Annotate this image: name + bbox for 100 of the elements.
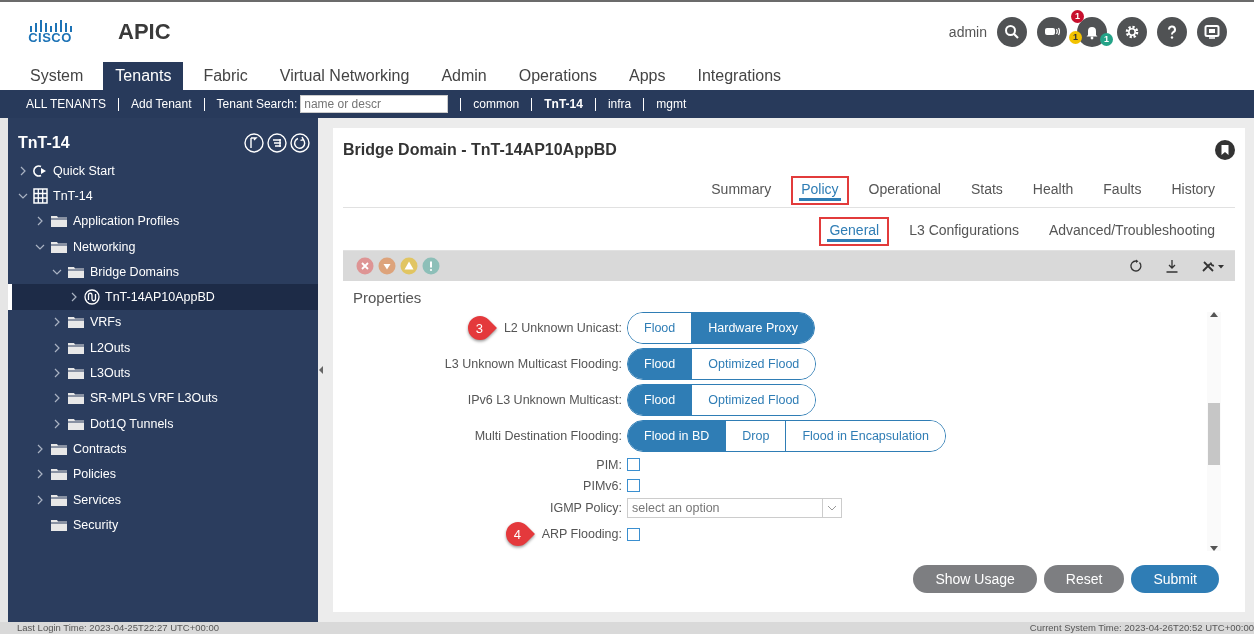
nav-tab[interactable]: Apps <box>617 62 678 90</box>
chevron-down-icon <box>827 505 837 511</box>
toggle-option[interactable]: Flood <box>628 349 692 379</box>
panel-tab[interactable]: Summary <box>701 176 782 205</box>
field-label: ARP Flooding: <box>541 527 622 541</box>
building-icon <box>33 187 48 204</box>
folder-icon <box>67 391 85 406</box>
chevron-right-icon[interactable] <box>37 469 43 480</box>
toggle-option[interactable]: Flood in Encapsulation <box>785 421 945 451</box>
tree-item[interactable]: TnT-14AP10AppBD <box>8 284 318 310</box>
chevron-down-icon[interactable] <box>18 192 28 199</box>
tree-item[interactable]: Contracts <box>8 436 318 462</box>
tenant-link[interactable]: TnT-14 <box>544 97 583 111</box>
toggle-option[interactable]: Optimized Flood <box>691 349 816 379</box>
bar-link[interactable]: Add Tenant <box>131 97 192 111</box>
sub-tab[interactable]: Advanced/Troubleshooting <box>1038 217 1225 246</box>
refresh-icon[interactable] <box>1129 259 1143 273</box>
tree-item[interactable]: Policies <box>8 461 318 487</box>
nav-tab[interactable]: System <box>18 62 96 90</box>
panel-tab[interactable]: Faults <box>1093 176 1152 205</box>
folder-icon <box>50 492 68 507</box>
panel-tab[interactable]: History <box>1161 176 1225 205</box>
chevron-right-icon[interactable] <box>54 342 60 353</box>
help-button[interactable] <box>1157 17 1187 47</box>
action-button[interactable]: Reset <box>1043 565 1125 593</box>
panel-tab[interactable]: Health <box>1022 176 1084 205</box>
tree-item[interactable]: L2Outs <box>8 335 318 361</box>
folder-icon <box>50 239 68 254</box>
tenant-link[interactable]: mgmt <box>656 97 687 111</box>
chevron-right-icon[interactable] <box>37 494 43 505</box>
toggle-option[interactable]: Hardware Proxy <box>691 313 814 343</box>
toggle-option[interactable]: Optimized Flood <box>691 385 816 415</box>
scrollbar[interactable] <box>1207 312 1221 551</box>
chevron-right-icon[interactable] <box>54 368 60 378</box>
chevron-right-icon[interactable] <box>54 393 60 404</box>
tree-item[interactable]: Dot1Q Tunnels <box>8 410 318 437</box>
tree-item[interactable]: Services <box>8 486 318 513</box>
tree-item[interactable]: Quick Start <box>8 158 318 184</box>
tree-item[interactable]: Networking <box>8 233 318 260</box>
toggle-option[interactable]: Flood in BD <box>628 421 726 451</box>
chevron-right-icon[interactable] <box>37 216 43 227</box>
nav-tab[interactable]: Tenants <box>103 62 184 90</box>
nav-tab[interactable]: Operations <box>506 62 609 90</box>
tree-item[interactable]: SR-MPLS VRF L3Outs <box>8 385 318 411</box>
search-button[interactable] <box>997 17 1027 47</box>
scroll-thumb[interactable] <box>1208 403 1220 465</box>
checkbox[interactable] <box>627 458 640 471</box>
chevron-right-icon[interactable] <box>37 443 43 454</box>
scroll-down-icon[interactable] <box>1210 546 1218 551</box>
panel-tab[interactable]: Policy <box>791 176 849 205</box>
nav-tab[interactable]: Fabric <box>191 62 260 90</box>
screen-button[interactable] <box>1197 17 1227 47</box>
bridge-domain-icon <box>84 289 100 306</box>
tree-title: TnT-14 <box>18 134 70 152</box>
tenant-link[interactable]: infra <box>607 97 632 111</box>
sub-tab[interactable]: General <box>819 217 890 246</box>
section-heading: Properties <box>352 288 423 308</box>
chevron-right-icon[interactable] <box>54 317 60 328</box>
tree-item[interactable]: L3Outs <box>8 360 318 386</box>
folder-icon <box>67 340 85 355</box>
select-field[interactable]: select an option <box>627 498 842 518</box>
action-button[interactable]: Show Usage <box>913 565 1037 593</box>
checkbox[interactable] <box>627 527 640 541</box>
flag-icon[interactable] <box>244 133 264 153</box>
bar-link[interactable]: ALL TENANTS <box>26 97 107 111</box>
scroll-up-icon[interactable] <box>1210 312 1218 317</box>
tree-item[interactable]: VRFs <box>8 309 318 336</box>
download-icon[interactable] <box>1165 259 1179 273</box>
bell-icon <box>1084 24 1100 40</box>
chevron-right-icon[interactable] <box>20 165 26 176</box>
tenant-link[interactable]: common <box>473 97 520 111</box>
tools-dropdown-icon[interactable] <box>1201 259 1225 273</box>
chevron-down-icon[interactable] <box>35 243 45 250</box>
folder-icon <box>50 214 68 229</box>
tree-item[interactable]: Application Profiles <box>8 208 318 234</box>
tree-item[interactable]: TnT-14 <box>8 183 318 209</box>
tree-item[interactable]: Bridge Domains <box>8 259 318 285</box>
nav-tab[interactable]: Virtual Networking <box>267 62 422 90</box>
chevron-right-icon[interactable] <box>54 418 60 429</box>
list-icon[interactable] <box>267 133 287 153</box>
nav-tab[interactable]: Integrations <box>685 62 794 90</box>
checkbox[interactable] <box>627 479 640 492</box>
toggle-option[interactable]: Flood <box>628 385 692 415</box>
user-name[interactable]: admin <box>948 24 987 40</box>
announcements-button[interactable] <box>1037 17 1067 47</box>
search-icon <box>1004 24 1020 40</box>
chevron-right-icon[interactable] <box>71 292 77 303</box>
tenant-search-field[interactable]: name or descr <box>300 95 449 113</box>
tree-item[interactable]: Security <box>8 512 318 538</box>
sub-tab[interactable]: L3 Configurations <box>899 217 1029 246</box>
settings-button[interactable] <box>1117 17 1147 47</box>
panel-tab[interactable]: Operational <box>858 176 951 205</box>
folder-icon <box>50 467 68 482</box>
chevron-down-icon[interactable] <box>52 268 62 275</box>
panel-tab[interactable]: Stats <box>960 176 1013 205</box>
action-button[interactable]: Submit <box>1131 565 1219 593</box>
monitor-icon <box>1204 24 1220 40</box>
last-login-time: Last Login Time: 2023-04-25T22:27 UTC+00:00 <box>17 622 219 634</box>
nav-tab[interactable]: Admin <box>429 62 499 90</box>
bookmark-icon[interactable] <box>1215 140 1235 160</box>
